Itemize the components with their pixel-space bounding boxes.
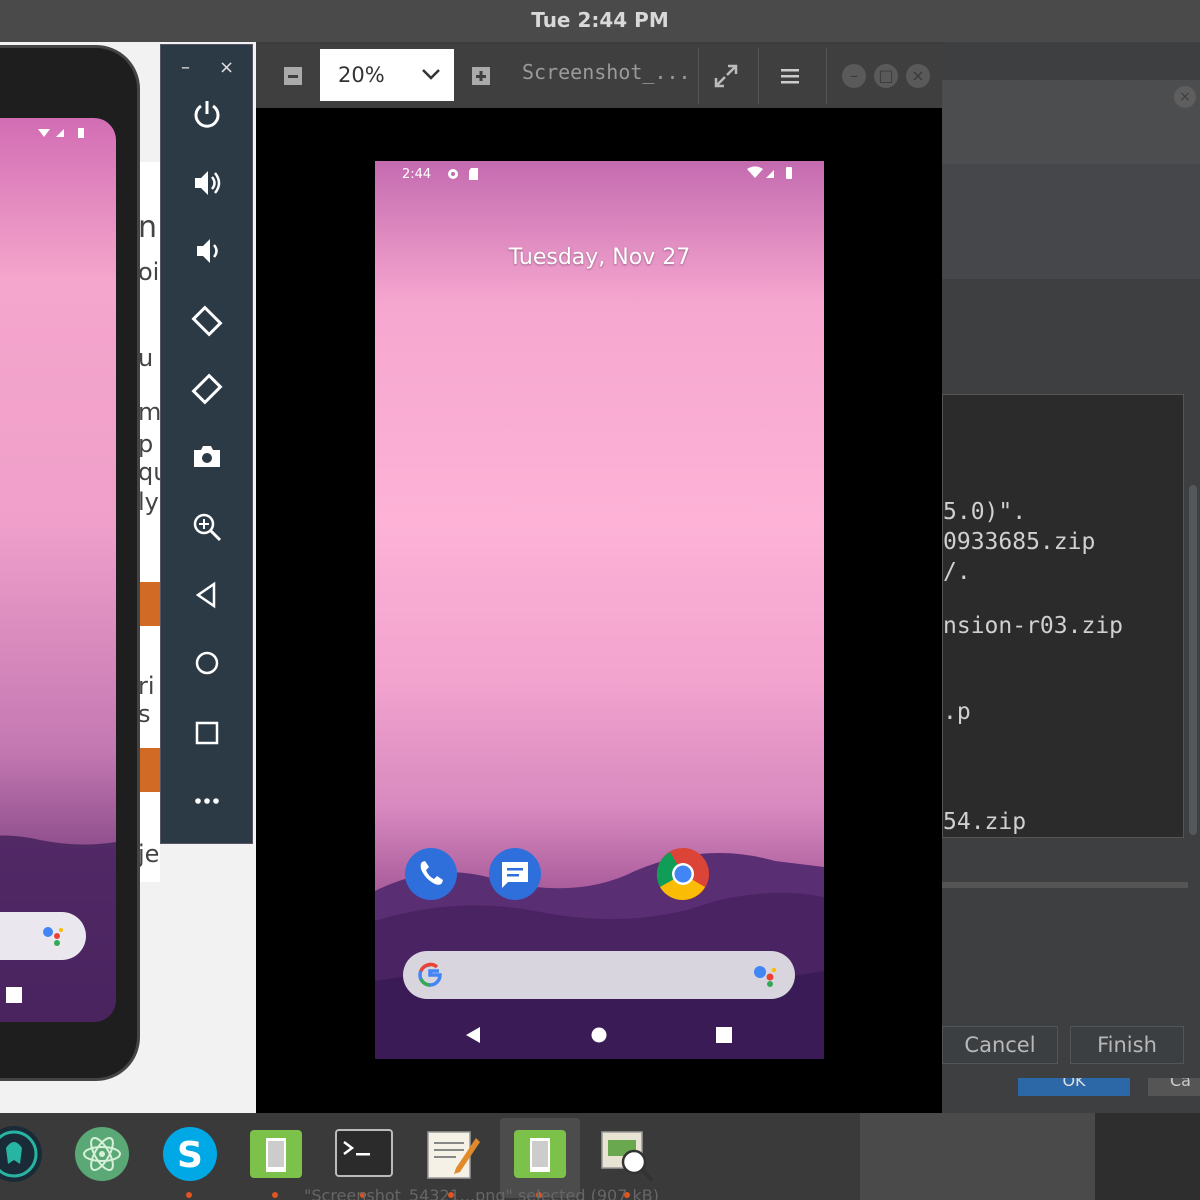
android-nav-bar — [375, 1011, 824, 1059]
volume-down-icon[interactable] — [187, 231, 227, 271]
fullscreen-icon[interactable] — [704, 48, 748, 104]
cancel-button[interactable]: Cancel — [942, 1026, 1058, 1064]
log-scrollbar[interactable] — [1189, 485, 1197, 835]
running-indicator — [186, 1192, 192, 1198]
text-editor-icon[interactable] — [422, 1124, 482, 1184]
minimize-button[interactable]: – — [181, 57, 190, 78]
settings-sd-icons — [448, 168, 478, 180]
status-text: "Screenshot_54321...png" selected (907 k… — [304, 1186, 659, 1200]
rotate-right-icon[interactable] — [187, 369, 227, 409]
chevron-down-icon — [422, 69, 440, 80]
phone-app-icon[interactable] — [404, 847, 458, 901]
emulator-sidebar: – × — [160, 44, 253, 844]
orange-bar — [140, 582, 160, 626]
window-minimize-icon[interactable]: – — [842, 64, 866, 88]
zoom-dropdown[interactable]: 20% — [320, 49, 454, 101]
log-line: /. — [943, 559, 971, 585]
home-icon[interactable] — [187, 643, 227, 683]
window-close-icon[interactable]: × — [906, 64, 930, 88]
zoom-out-icon[interactable] — [276, 48, 310, 104]
overview-icon[interactable] — [715, 1026, 733, 1044]
android-emulator-icon[interactable] — [510, 1124, 570, 1184]
terminal-icon[interactable] — [334, 1124, 394, 1184]
text-fragment: je — [138, 840, 160, 868]
ok-button[interactable]: OK — [1018, 1078, 1130, 1096]
text-fragment: m — [138, 398, 160, 426]
editor-window-header — [942, 80, 1200, 164]
android-screenshot: 2:44 Tuesday, Nov 27 — [375, 161, 824, 1059]
chrome-app-icon[interactable] — [656, 847, 710, 901]
log-line: .p — [943, 699, 971, 725]
close-button[interactable]: × — [219, 57, 234, 78]
overview-button[interactable] — [6, 987, 22, 1003]
separator — [698, 48, 699, 104]
google-search-bar[interactable] — [403, 951, 795, 999]
svg-text:S: S — [177, 1135, 203, 1176]
skype-icon[interactable]: S — [160, 1124, 220, 1184]
text-fragment: qu — [138, 458, 160, 486]
home-icon[interactable] — [590, 1026, 608, 1044]
back-icon[interactable] — [463, 1026, 483, 1044]
log-line: 54.zip — [943, 809, 1027, 835]
status-icons — [38, 128, 84, 138]
separator — [826, 48, 827, 104]
text-fragment: p — [138, 430, 154, 458]
zoom-icon[interactable] — [187, 507, 227, 547]
google-g-icon — [418, 962, 442, 987]
overview-icon[interactable] — [187, 713, 227, 753]
log-line: 5.0)". — [943, 499, 1027, 525]
image-viewer-header: 20% Screenshot_... – □ × — [256, 44, 942, 108]
orange-bar — [140, 748, 160, 792]
hamburger-menu-icon[interactable] — [768, 48, 812, 104]
log-line: 0933685.zip — [943, 529, 1096, 555]
assistant-icon — [43, 927, 63, 946]
back-icon[interactable] — [187, 575, 227, 615]
atom-icon[interactable] — [72, 1124, 132, 1184]
editor-close-button[interactable]: × — [1174, 86, 1196, 108]
gitkraken-icon[interactable] — [0, 1124, 44, 1184]
finish-button[interactable]: Finish — [1070, 1026, 1184, 1064]
editor-subheader — [942, 164, 1200, 279]
clock[interactable]: Tue 2:44 PM — [0, 8, 1200, 32]
viewer-title: Screenshot_... — [522, 60, 691, 84]
text-fragment: n — [138, 210, 158, 245]
wifi-signal-battery-icons — [747, 166, 792, 179]
camera-icon[interactable] — [187, 437, 227, 477]
lock-date: Tuesday, Nov 27 — [508, 245, 691, 270]
window-maximize-icon[interactable]: □ — [874, 64, 898, 88]
text-fragment: u — [138, 344, 154, 372]
zoom-value: 20% — [338, 63, 385, 87]
phone-screen[interactable] — [0, 118, 116, 1022]
android-emulator-icon[interactable] — [246, 1124, 306, 1184]
editor-window: × 5.0)". 0933685.zip /. nsion-r03.zip .p… — [942, 42, 1200, 1113]
top-bar: Tue 2:44 PM — [0, 0, 1200, 42]
google-search-bar[interactable] — [0, 912, 86, 960]
more-icon[interactable] — [187, 781, 227, 821]
zoom-in-icon[interactable] — [464, 48, 498, 104]
image-viewer-icon[interactable] — [598, 1124, 658, 1184]
text-fragment: oi — [138, 258, 160, 286]
text-fragment: ly — [138, 488, 159, 516]
download-log: 5.0)". 0933685.zip /. nsion-r03.zip .p 5… — [942, 394, 1197, 838]
progress-divider — [942, 882, 1188, 888]
cancel-button-2[interactable]: Ca — [1148, 1078, 1200, 1096]
dock-right-dark — [1095, 1113, 1200, 1200]
running-indicator — [272, 1192, 278, 1198]
status-time: 2:44 — [402, 167, 432, 182]
assistant-icon[interactable] — [753, 963, 779, 987]
messages-app-icon[interactable] — [488, 847, 542, 901]
volume-up-icon[interactable] — [187, 163, 227, 203]
rotate-left-icon[interactable] — [187, 301, 227, 341]
text-fragment: ri — [138, 672, 155, 700]
power-icon[interactable] — [187, 95, 227, 135]
separator — [758, 48, 759, 104]
log-line: nsion-r03.zip — [943, 613, 1124, 639]
